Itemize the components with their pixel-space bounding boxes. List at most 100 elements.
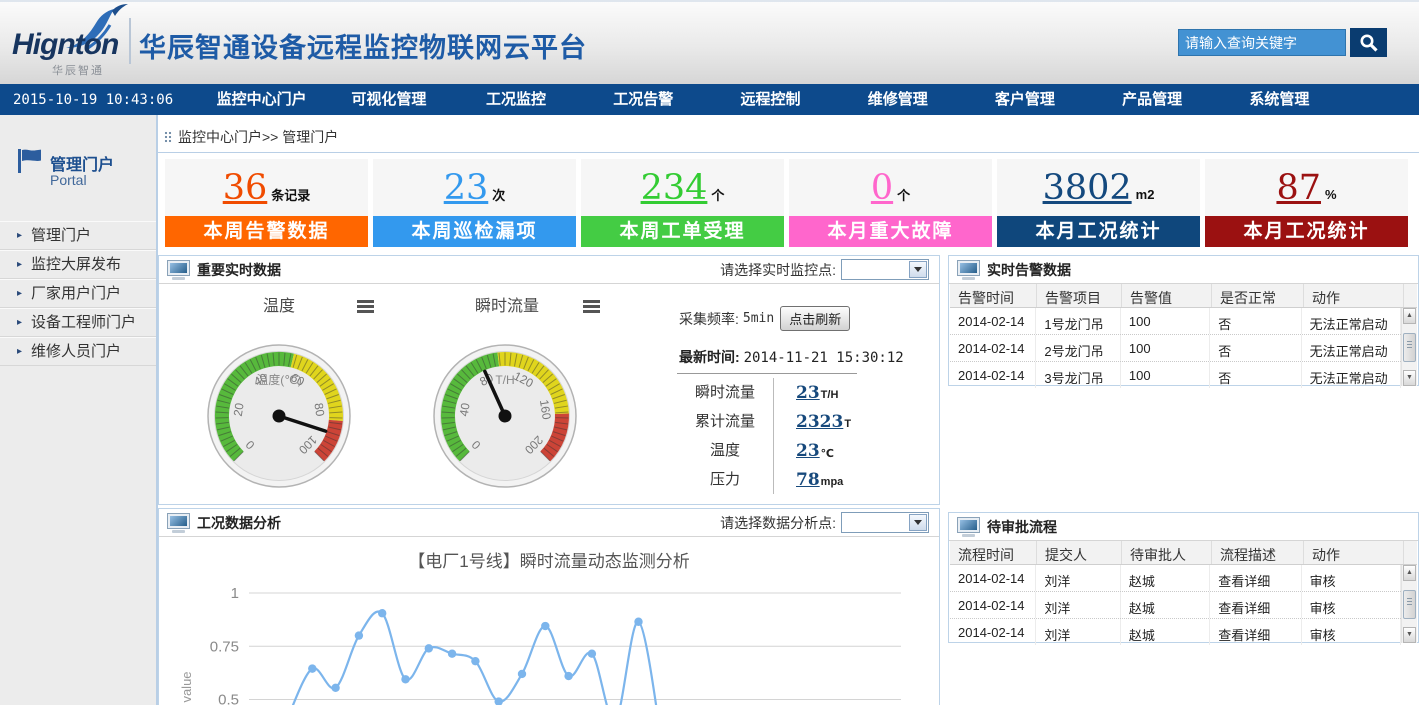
scroll-up-icon[interactable]: ▲ (1403, 308, 1416, 324)
nav-item-2[interactable]: 工况监控 (452, 84, 579, 115)
stat-card-number-area: 23次 (373, 159, 576, 216)
stat-button[interactable]: 本月重大故障 (789, 216, 992, 247)
stat-button[interactable]: 本周工单受理 (581, 216, 784, 247)
nav-item-0[interactable]: 监控中心门户 (198, 84, 325, 115)
stat-button[interactable]: 本周告警数据 (165, 216, 368, 247)
chevron-down-icon (914, 520, 922, 525)
search-button[interactable] (1350, 28, 1387, 57)
svg-text:T/H: T/H (495, 373, 514, 387)
svg-text:40: 40 (457, 402, 473, 418)
metric-value[interactable]: 23 (796, 383, 820, 403)
sidebar-menu: ▸管理门户▸监控大屏发布▸厂家用户门户▸设备工程师门户▸维修人员门户 (0, 221, 156, 366)
table-cell: 审核 (1302, 565, 1401, 591)
arrow-right-icon: ▸ (17, 309, 22, 336)
approvals-table-header: 流程时间提交人待审批人流程描述动作 (950, 541, 1417, 565)
sidebar-item-3[interactable]: ▸设备工程师门户 (0, 308, 156, 337)
stat-button[interactable]: 本月工况统计 (997, 216, 1200, 247)
search-input[interactable] (1178, 29, 1346, 56)
stat-card-5: 87%本月工况统计 (1205, 159, 1408, 247)
table-cell: 查看详细 (1210, 592, 1301, 618)
stat-button[interactable]: 本周巡检漏项 (373, 216, 576, 247)
sidebar-item-0[interactable]: ▸管理门户 (0, 221, 156, 250)
nav-menu: 监控中心门户可视化管理工况监控工况告警远程控制维修管理客户管理产品管理系统管理 (198, 84, 1343, 115)
alarms-panel: 实时告警数据 告警时间告警项目告警值是否正常动作 2014-02-141号龙门吊… (948, 255, 1419, 386)
menu-bars-icon[interactable] (583, 300, 600, 303)
metric-row-0: 瞬时流量23T/H (677, 378, 877, 407)
nav-item-5[interactable]: 维修管理 (834, 84, 961, 115)
table-row: 2014-02-142号龙门吊100否无法正常启动 (950, 335, 1401, 362)
content-divider (158, 152, 1419, 153)
metric-value[interactable]: 23 (796, 441, 820, 461)
approvals-table-body: 2014-02-14刘洋赵城查看详细审核2014-02-14刘洋赵城查看详细审核… (950, 565, 1401, 645)
scroll-up-icon[interactable]: ▲ (1403, 565, 1416, 581)
analysis-panel-header: 工况数据分析 请选择数据分析点: (159, 509, 939, 537)
stat-card-number-area: 0个 (789, 159, 992, 216)
nav-item-1[interactable]: 可视化管理 (325, 84, 452, 115)
refresh-button[interactable]: 点击刷新 (780, 306, 850, 331)
sidebar: 管理门户 Portal ▸管理门户▸监控大屏发布▸厂家用户门户▸设备工程师门户▸… (0, 115, 158, 705)
flag-icon (16, 147, 42, 175)
metric-value[interactable]: 2323 (796, 412, 843, 432)
stat-button[interactable]: 本月工况统计 (1205, 216, 1408, 247)
table-cell: 赵城 (1121, 619, 1210, 645)
svg-text:1: 1 (231, 585, 239, 602)
menu-bars-icon[interactable] (357, 300, 374, 303)
sidebar-item-4[interactable]: ▸维修人员门户 (0, 337, 156, 366)
column-header: 待审批人 (1122, 541, 1212, 564)
dashboard-screen: Hignton 华辰智通 华辰智通设备远程监控物联网云平台 2015-10-19… (0, 0, 1419, 705)
metric-value[interactable]: 78 (796, 470, 820, 490)
sidebar-item-1[interactable]: ▸监控大屏发布 (0, 250, 156, 279)
scroll-down-icon[interactable]: ▼ (1403, 370, 1416, 386)
stat-unit: 个 (711, 185, 724, 204)
metric-label: 压力 (677, 465, 774, 494)
stat-card-2: 234个本周工单受理 (581, 159, 784, 247)
table-cell: 查看详细 (1210, 565, 1301, 591)
combo-dropdown-button[interactable] (909, 261, 927, 278)
metric-row-1: 累计流量2323T (677, 407, 877, 436)
scrollbar-thumb[interactable] (1403, 333, 1416, 362)
search-icon (1358, 32, 1380, 54)
monitor-icon (957, 260, 980, 276)
table-cell: 无法正常启动 (1302, 335, 1401, 361)
table-row: 2014-02-14刘洋赵城查看详细审核 (950, 565, 1401, 592)
flow-gauge: 04080120160200T/H (431, 342, 579, 490)
sidebar-item-2[interactable]: ▸厂家用户门户 (0, 279, 156, 308)
gauge-title-flow: 瞬时流量 (427, 292, 587, 316)
nav-item-8[interactable]: 系统管理 (1216, 84, 1343, 115)
metric-label: 累计流量 (677, 407, 774, 436)
latest-time-value: 2014-11-21 15:30:12 (744, 350, 904, 366)
main-content: 监控中心门户>> 管理门户 36条记录本周告警数据23次本周巡检漏项234个本周… (158, 115, 1419, 705)
table-cell: 审核 (1302, 592, 1401, 618)
breadcrumb[interactable]: 监控中心门户>> 管理门户 (164, 127, 338, 147)
freq-value: 5min (743, 311, 774, 326)
analysis-title: 工况数据分析 (197, 513, 281, 533)
stat-value[interactable]: 23 (444, 168, 489, 208)
analysis-panel: 工况数据分析 请选择数据分析点: 【电厂1号线】瞬时流量动态监测分析 10.75… (158, 508, 940, 705)
header-divider (129, 18, 131, 64)
nav-item-6[interactable]: 客户管理 (961, 84, 1088, 115)
scroll-down-icon[interactable]: ▼ (1403, 627, 1416, 643)
stat-value[interactable]: 36 (223, 168, 268, 208)
nav-item-3[interactable]: 工况告警 (580, 84, 707, 115)
stat-card-number-area: 234个 (581, 159, 784, 216)
app-header: Hignton 华辰智通 华辰智通设备远程监控物联网云平台 (0, 0, 1419, 86)
nav-item-7[interactable]: 产品管理 (1089, 84, 1216, 115)
stat-value[interactable]: 234 (641, 168, 708, 208)
table-cell: 2014-02-14 (950, 335, 1036, 361)
metric-unit: T/H (821, 389, 839, 401)
scrollbar-thumb[interactable] (1403, 590, 1416, 619)
svg-text:20: 20 (231, 402, 247, 418)
stat-value[interactable]: 3802 (1043, 168, 1132, 208)
alarms-scrollbar: ▲ ▼ (1401, 308, 1417, 386)
column-header: 流程描述 (1212, 541, 1304, 564)
nav-item-4[interactable]: 远程控制 (707, 84, 834, 115)
stat-value[interactable]: 0 (871, 168, 893, 208)
stat-value[interactable]: 87 (1276, 168, 1321, 208)
brand-subtext: 华辰智通 (52, 62, 104, 78)
analysis-point-select[interactable] (841, 512, 929, 533)
svg-text:0.5: 0.5 (218, 692, 239, 705)
alarms-table-body: 2014-02-141号龙门吊100否无法正常启动2014-02-142号龙门吊… (950, 308, 1401, 388)
stat-card-1: 23次本周巡检漏项 (373, 159, 576, 247)
monitor-point-select[interactable] (841, 259, 929, 280)
combo-dropdown-button[interactable] (909, 514, 927, 531)
